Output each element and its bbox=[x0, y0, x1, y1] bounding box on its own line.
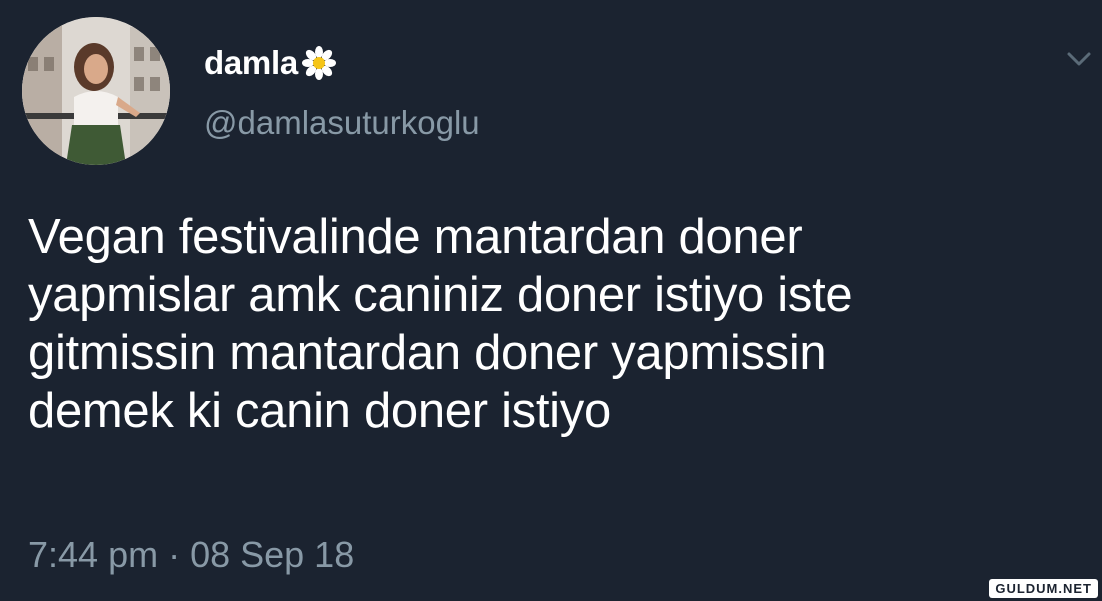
user-handle[interactable]: @damlasuturkoglu bbox=[204, 104, 480, 142]
display-name[interactable]: damla bbox=[204, 44, 336, 82]
tweet-timestamp[interactable]: 7:44 pm · 08 Sep 18 bbox=[28, 534, 354, 576]
tweet-card: damla @damlasuturkoglu Vegan festivalind… bbox=[0, 0, 1102, 601]
watermark: GULDUM.NET bbox=[989, 579, 1098, 598]
chevron-down-icon[interactable] bbox=[1064, 46, 1094, 72]
daisy-icon bbox=[301, 46, 336, 80]
tweet-text: Vegan festivalinde mantardan doner yapmi… bbox=[28, 210, 853, 438]
avatar[interactable] bbox=[22, 17, 170, 165]
display-name-text[interactable]: damla bbox=[204, 44, 298, 82]
